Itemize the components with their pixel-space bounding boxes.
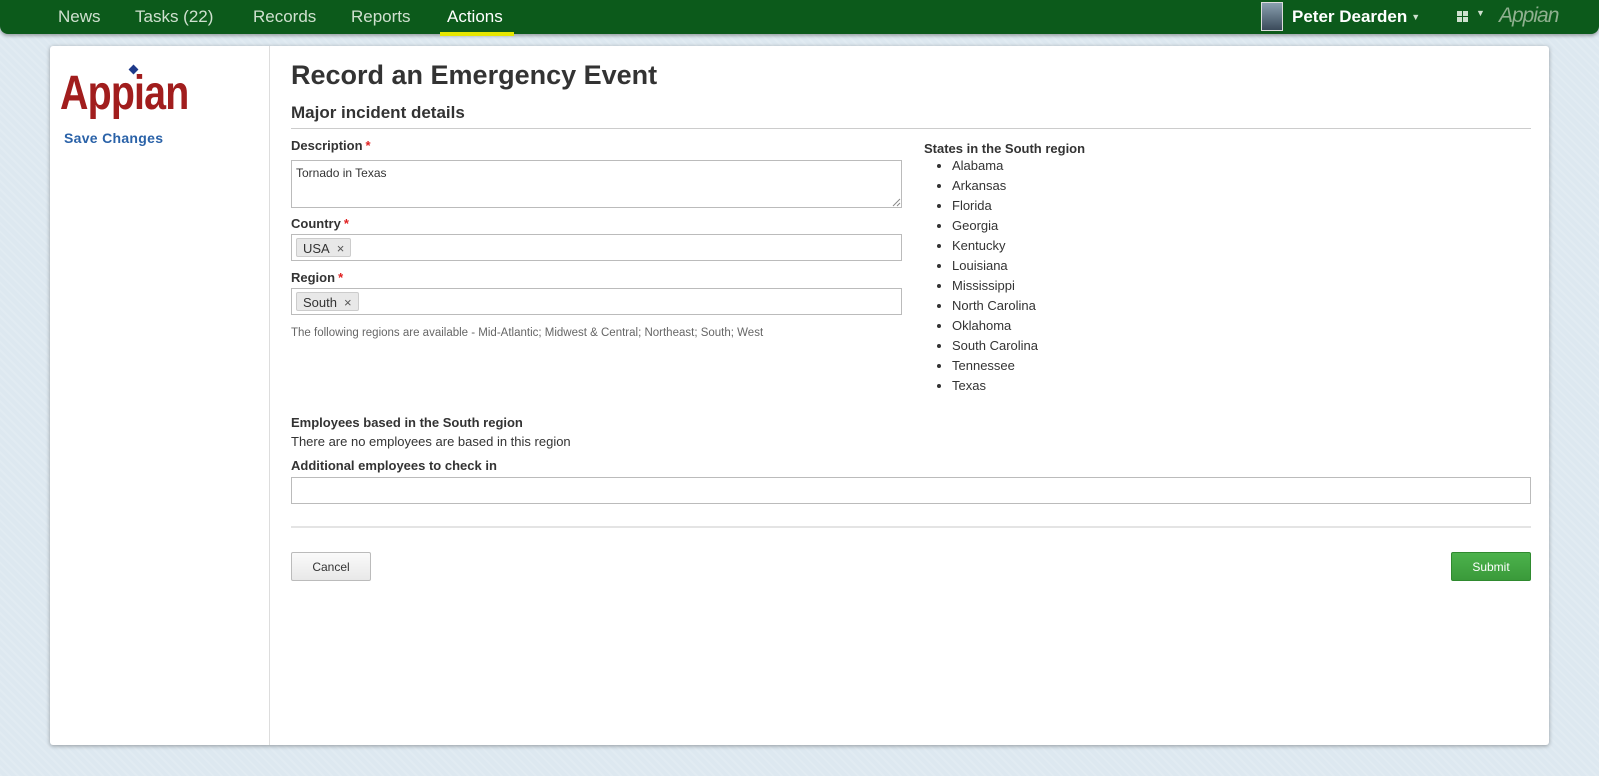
region-token: South × — [296, 292, 359, 311]
list-item: Tennessee — [952, 356, 1038, 376]
resize-handle-icon[interactable] — [891, 197, 901, 207]
required-marker: * — [343, 216, 349, 231]
sidebar: Appian Save Changes — [50, 46, 270, 745]
country-token-label: USA — [303, 241, 330, 256]
apps-menu-icon[interactable]: ▼ — [1457, 8, 1485, 24]
remove-token-icon[interactable]: × — [344, 295, 352, 310]
list-item: Mississippi — [952, 276, 1038, 296]
region-help-text: The following regions are available - Mi… — [291, 327, 764, 339]
region-label: Region * — [291, 270, 343, 285]
section-divider — [291, 128, 1531, 129]
user-menu[interactable]: Peter Dearden ▼ — [1292, 0, 1420, 34]
list-item: Florida — [952, 196, 1038, 216]
appian-logo: Appian — [60, 67, 189, 120]
country-token: USA × — [296, 238, 352, 257]
avatar[interactable] — [1261, 2, 1283, 31]
region-label-text: Region — [291, 270, 336, 285]
chevron-down-icon: ▼ — [1476, 8, 1485, 18]
cancel-button[interactable]: Cancel — [291, 552, 371, 581]
region-picker[interactable]: South × — [291, 288, 902, 315]
country-label: Country * — [291, 216, 349, 231]
footer-divider — [291, 526, 1531, 528]
country-picker[interactable]: USA × — [291, 234, 902, 261]
list-item: Oklahoma — [952, 316, 1038, 336]
required-marker: * — [365, 138, 371, 153]
list-item: South Carolina — [952, 336, 1038, 356]
region-token-label: South — [303, 295, 337, 310]
chevron-down-icon: ▼ — [1411, 12, 1421, 23]
list-item: Alabama — [952, 156, 1038, 176]
list-item: Georgia — [952, 216, 1038, 236]
save-changes-link[interactable]: Save Changes — [64, 130, 163, 146]
list-item: North Carolina — [952, 296, 1038, 316]
active-tab-indicator — [440, 32, 514, 36]
remove-token-icon[interactable]: × — [337, 241, 345, 256]
employees-label: Employees based in the South region — [291, 415, 523, 430]
tab-tasks[interactable]: Tasks (22) — [135, 0, 213, 34]
description-field[interactable]: Tornado in Texas — [291, 160, 902, 208]
additional-employees-picker[interactable] — [291, 477, 1531, 504]
employees-empty-text: There are no employees are based in this… — [291, 434, 571, 449]
tab-actions[interactable]: Actions — [447, 0, 503, 34]
section-title: Major incident details — [291, 103, 465, 122]
list-item: Kentucky — [952, 236, 1038, 256]
list-item: Arkansas — [952, 176, 1038, 196]
description-label: Description * — [291, 138, 371, 153]
states-label: States in the South region — [924, 141, 1086, 156]
user-name: Peter Dearden — [1292, 7, 1408, 26]
list-item: Louisiana — [952, 256, 1038, 276]
tab-news[interactable]: News — [58, 0, 101, 34]
tab-records[interactable]: Records — [253, 0, 316, 34]
states-list: Alabama Arkansas Florida Georgia Kentuck… — [952, 156, 1038, 396]
required-marker: * — [338, 270, 344, 285]
tab-reports[interactable]: Reports — [351, 0, 411, 34]
country-label-text: Country — [291, 216, 341, 231]
page-title: Record an Emergency Event — [291, 60, 658, 90]
submit-button[interactable]: Submit — [1451, 552, 1531, 581]
main-panel: Appian Save Changes Record an Emergency … — [50, 46, 1549, 745]
additional-employees-label: Additional employees to check in — [291, 458, 497, 473]
top-navigation-bar: News Tasks (22) Records Reports Actions … — [0, 0, 1599, 36]
list-item: Texas — [952, 376, 1038, 396]
brand-logo: Appian — [1499, 4, 1559, 27]
description-label-text: Description — [291, 138, 363, 153]
